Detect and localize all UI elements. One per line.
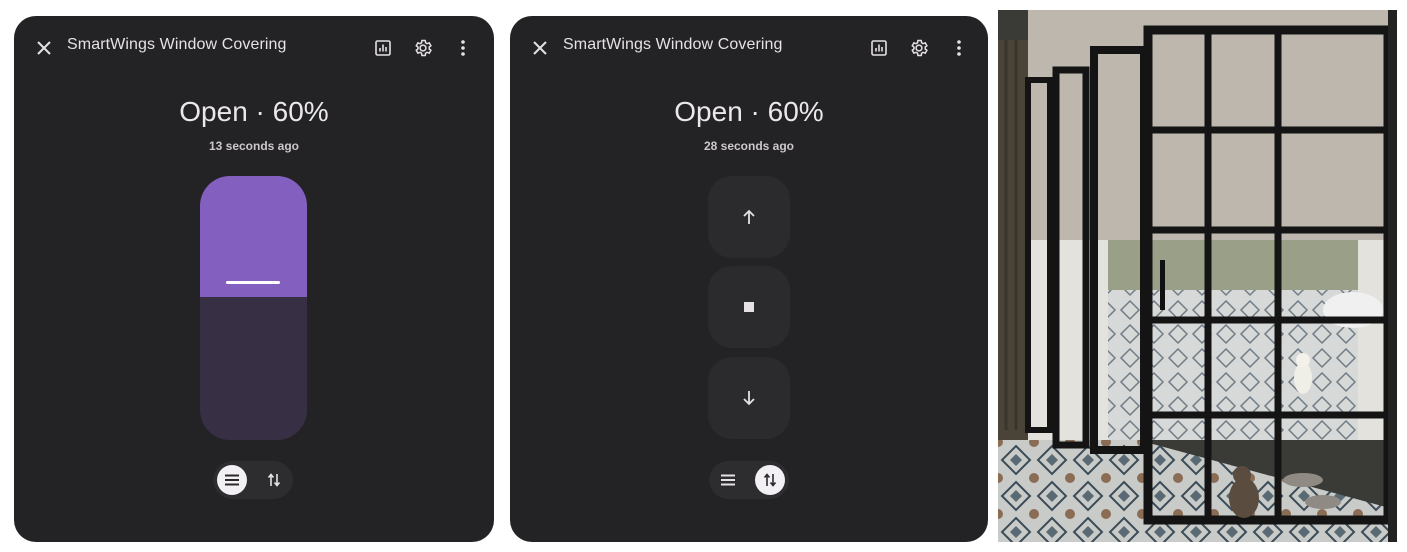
list-icon	[225, 474, 239, 486]
close-button[interactable]	[32, 36, 56, 60]
position-slider-handle[interactable]	[226, 281, 280, 284]
stop-cover-button[interactable]	[708, 266, 790, 348]
more-button[interactable]	[947, 36, 971, 60]
last-changed: 13 seconds ago	[208, 139, 300, 153]
mode-toggle	[709, 461, 789, 499]
installation-photo	[998, 10, 1397, 542]
more-vertical-icon	[957, 40, 961, 56]
last-changed: 28 seconds ago	[703, 139, 795, 153]
buttons-mode-button[interactable]	[259, 465, 289, 495]
close-button[interactable]	[528, 36, 552, 60]
more-vertical-icon	[461, 40, 465, 56]
state-text: Open · 60%	[179, 96, 329, 127]
settings-gear-icon	[415, 39, 432, 57]
arrow-up-icon	[743, 209, 755, 224]
history-button[interactable]	[371, 36, 395, 60]
close-icon	[533, 41, 547, 55]
mode-toggle	[213, 461, 293, 499]
arrow-down-icon	[743, 391, 755, 406]
dialog-title: SmartWings Window Covering	[563, 36, 783, 53]
close-cover-button[interactable]	[708, 357, 790, 439]
position-mode-button[interactable]	[217, 465, 247, 495]
state-text: Open · 60%	[674, 96, 824, 127]
list-icon	[721, 474, 735, 486]
stop-icon	[744, 302, 754, 312]
cover-dialog-buttons: SmartWings Window Covering Open · 60% 28…	[510, 16, 988, 542]
more-button[interactable]	[451, 36, 475, 60]
settings-gear-icon	[911, 39, 928, 57]
history-icon	[871, 40, 887, 56]
photo-scene	[998, 10, 1397, 542]
history-icon	[375, 40, 391, 56]
close-icon	[37, 41, 51, 55]
swap-vertical-icon	[763, 473, 777, 487]
settings-button[interactable]	[907, 36, 931, 60]
history-button[interactable]	[867, 36, 891, 60]
dialog-title: SmartWings Window Covering	[67, 36, 287, 53]
cover-dialog-slider: SmartWings Window Covering Open · 60% 13…	[14, 16, 494, 542]
swap-vertical-icon	[267, 473, 281, 487]
settings-button[interactable]	[411, 36, 435, 60]
position-slider-fill	[200, 176, 307, 297]
buttons-mode-button[interactable]	[755, 465, 785, 495]
position-mode-button[interactable]	[713, 465, 743, 495]
open-cover-button[interactable]	[708, 176, 790, 258]
position-slider[interactable]	[200, 176, 307, 440]
